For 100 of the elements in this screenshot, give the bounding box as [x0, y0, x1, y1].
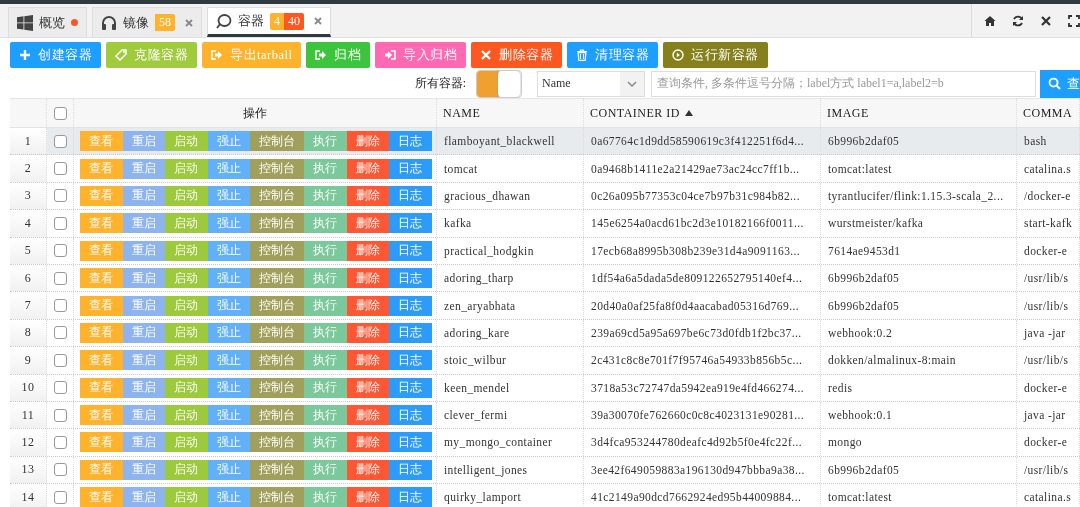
- action-button[interactable]: 启动: [165, 295, 208, 316]
- action-button[interactable]: 删除: [346, 487, 389, 507]
- action-button[interactable]: 日志: [389, 432, 432, 453]
- action-button[interactable]: 查看: [80, 295, 123, 316]
- column-header[interactable]: NAME: [443, 105, 481, 121]
- action-button[interactable]: 启动: [165, 213, 208, 234]
- field-select[interactable]: Name: [537, 70, 645, 97]
- action-button[interactable]: 日志: [389, 131, 432, 152]
- toolbar-button[interactable]: 导入归档: [375, 42, 467, 68]
- action-button[interactable]: 启动: [165, 405, 208, 426]
- action-button[interactable]: 重启: [122, 322, 165, 343]
- action-button[interactable]: 执行: [304, 240, 347, 261]
- action-button[interactable]: 执行: [304, 377, 347, 398]
- action-button[interactable]: 执行: [304, 405, 347, 426]
- action-button[interactable]: 重启: [122, 185, 165, 206]
- toolbar-button[interactable]: 运行新容器: [663, 42, 768, 68]
- row-checkbox[interactable]: [53, 216, 67, 230]
- action-button[interactable]: 启动: [165, 322, 208, 343]
- action-button[interactable]: 查看: [80, 432, 123, 453]
- toggle-switch[interactable]: [476, 69, 522, 98]
- action-button[interactable]: 删除: [346, 240, 389, 261]
- action-button[interactable]: 执行: [304, 268, 347, 289]
- action-button[interactable]: 查看: [80, 377, 123, 398]
- column-header[interactable]: CONTAINER ID: [590, 105, 681, 121]
- action-button[interactable]: 执行: [304, 158, 347, 179]
- action-button[interactable]: 强止: [207, 459, 250, 480]
- action-button[interactable]: 日志: [389, 405, 432, 426]
- close-icon[interactable]: [1040, 14, 1052, 27]
- action-button[interactable]: 启动: [165, 459, 208, 480]
- action-button[interactable]: 重启: [122, 213, 165, 234]
- action-button[interactable]: 执行: [304, 213, 347, 234]
- action-button[interactable]: 重启: [122, 487, 165, 507]
- action-button[interactable]: 查看: [80, 487, 123, 507]
- action-button[interactable]: 强止: [207, 158, 250, 179]
- action-button[interactable]: 执行: [304, 432, 347, 453]
- action-button[interactable]: 控制台: [250, 322, 304, 343]
- table-row[interactable]: 9 查看 重启 启动 强止 控制台 执行 删除 日志 stoic_wilbur 2c431c8c8e701f7f95746a54933b856b5c... dokken/almalinux-8:main /usr/lib/s: [10, 347, 1080, 375]
- action-button[interactable]: 重启: [122, 432, 165, 453]
- row-checkbox[interactable]: [53, 353, 67, 367]
- column-header[interactable]: IMAGE: [827, 105, 869, 121]
- table-row[interactable]: 8 查看 重启 启动 强止 控制台 执行 删除 日志 adoring_kare 239a69cd5a95a697be6c73d0fdb1f2bc37... webhook:0.2 java -jar: [10, 319, 1080, 348]
- action-button[interactable]: 删除: [346, 459, 389, 480]
- row-checkbox[interactable]: [53, 271, 67, 285]
- action-button[interactable]: 控制台: [250, 158, 304, 179]
- action-button[interactable]: 删除: [346, 377, 389, 398]
- table-row[interactable]: 13 查看 重启 启动 强止 控制台 执行 删除 日志 intelligent_jones 3ee42f649059883a196130d947bbba9a38... 6b996b2daf05 /usr/lib/s: [10, 456, 1080, 485]
- action-button[interactable]: 查看: [80, 240, 123, 261]
- action-button[interactable]: 查看: [80, 158, 123, 179]
- action-button[interactable]: 启动: [165, 350, 208, 371]
- action-button[interactable]: 执行: [304, 487, 347, 507]
- action-button[interactable]: 启动: [165, 240, 208, 261]
- toolbar-button[interactable]: 归档: [306, 42, 371, 68]
- action-button[interactable]: 查看: [80, 405, 123, 426]
- action-button[interactable]: 控制台: [250, 487, 304, 507]
- action-button[interactable]: 强止: [207, 268, 250, 289]
- action-button[interactable]: 查看: [80, 322, 123, 343]
- action-button[interactable]: 重启: [122, 295, 165, 316]
- action-button[interactable]: 删除: [346, 185, 389, 206]
- fullscreen-icon[interactable]: [1068, 14, 1080, 27]
- action-button[interactable]: 执行: [304, 322, 347, 343]
- action-button[interactable]: 强止: [207, 295, 250, 316]
- action-button[interactable]: 查看: [80, 185, 123, 206]
- table-row[interactable]: 14 查看 重启 启动 强止 控制台 执行 删除 日志 quirky_lamport 41c2149a90dcd7662924ed95b44009884... tomcat:latest catalina.s: [10, 484, 1080, 507]
- action-button[interactable]: 日志: [389, 459, 432, 480]
- action-button[interactable]: 删除: [346, 432, 389, 453]
- row-checkbox[interactable]: [53, 490, 67, 504]
- action-button[interactable]: 重启: [122, 405, 165, 426]
- column-header[interactable]: COMMA: [1023, 105, 1073, 121]
- tab[interactable]: 镜像 58: [92, 7, 202, 37]
- home-icon[interactable]: [984, 14, 996, 27]
- action-button[interactable]: 删除: [346, 268, 389, 289]
- row-checkbox[interactable]: [53, 134, 67, 148]
- toolbar-button[interactable]: 清理容器: [567, 42, 659, 68]
- table-row[interactable]: 11 查看 重启 启动 强止 控制台 执行 删除 日志 clever_fermi 39a30070fe762660c0c8c4023131e90281... webhook:0.1 java -jar: [10, 401, 1080, 430]
- row-checkbox[interactable]: [53, 189, 67, 203]
- action-button[interactable]: 控制台: [250, 405, 304, 426]
- select-all-checkbox[interactable]: [53, 106, 67, 120]
- action-button[interactable]: 控制台: [250, 432, 304, 453]
- action-button[interactable]: 控制台: [250, 185, 304, 206]
- action-button[interactable]: 删除: [346, 405, 389, 426]
- row-checkbox[interactable]: [53, 436, 67, 449]
- action-button[interactable]: 删除: [346, 213, 389, 234]
- action-button[interactable]: 控制台: [250, 240, 304, 261]
- action-button[interactable]: 启动: [165, 377, 208, 398]
- action-button[interactable]: 查看: [80, 131, 123, 152]
- action-button[interactable]: 强止: [207, 240, 250, 261]
- action-button[interactable]: 强止: [207, 213, 250, 234]
- action-button[interactable]: 日志: [389, 213, 432, 234]
- tab[interactable]: 容器 4 40: [207, 7, 331, 37]
- action-button[interactable]: 执行: [304, 131, 347, 152]
- action-button[interactable]: 强止: [207, 432, 250, 453]
- table-row[interactable]: 12 查看 重启 启动 强止 控制台 执行 删除 日志 my_mongo_container 3d4fca953244780deafc4d92b5f0e4fc22f... mongo docker-e: [10, 429, 1080, 457]
- row-checkbox[interactable]: [53, 326, 67, 340]
- action-button[interactable]: 重启: [122, 240, 165, 261]
- action-button[interactable]: 查看: [80, 459, 123, 480]
- table-row[interactable]: 2 查看 重启 启动 强止 控制台 执行 删除 日志 tomcat 0a9468b1411e2a21429ae73ac24cc7ff1b... tomcat:latest catalina.s: [10, 155, 1080, 183]
- action-button[interactable]: 强止: [207, 377, 250, 398]
- toolbar-button[interactable]: 克隆容器: [106, 42, 197, 68]
- action-button[interactable]: 执行: [304, 350, 347, 371]
- table-row[interactable]: 1 查看 重启 启动 强止 控制台 执行 删除 日志 flamboyant_blackwell 0a67764c1d9dd58590619c3f412251f6d4... 6b996b2daf05 bash: [10, 128, 1080, 156]
